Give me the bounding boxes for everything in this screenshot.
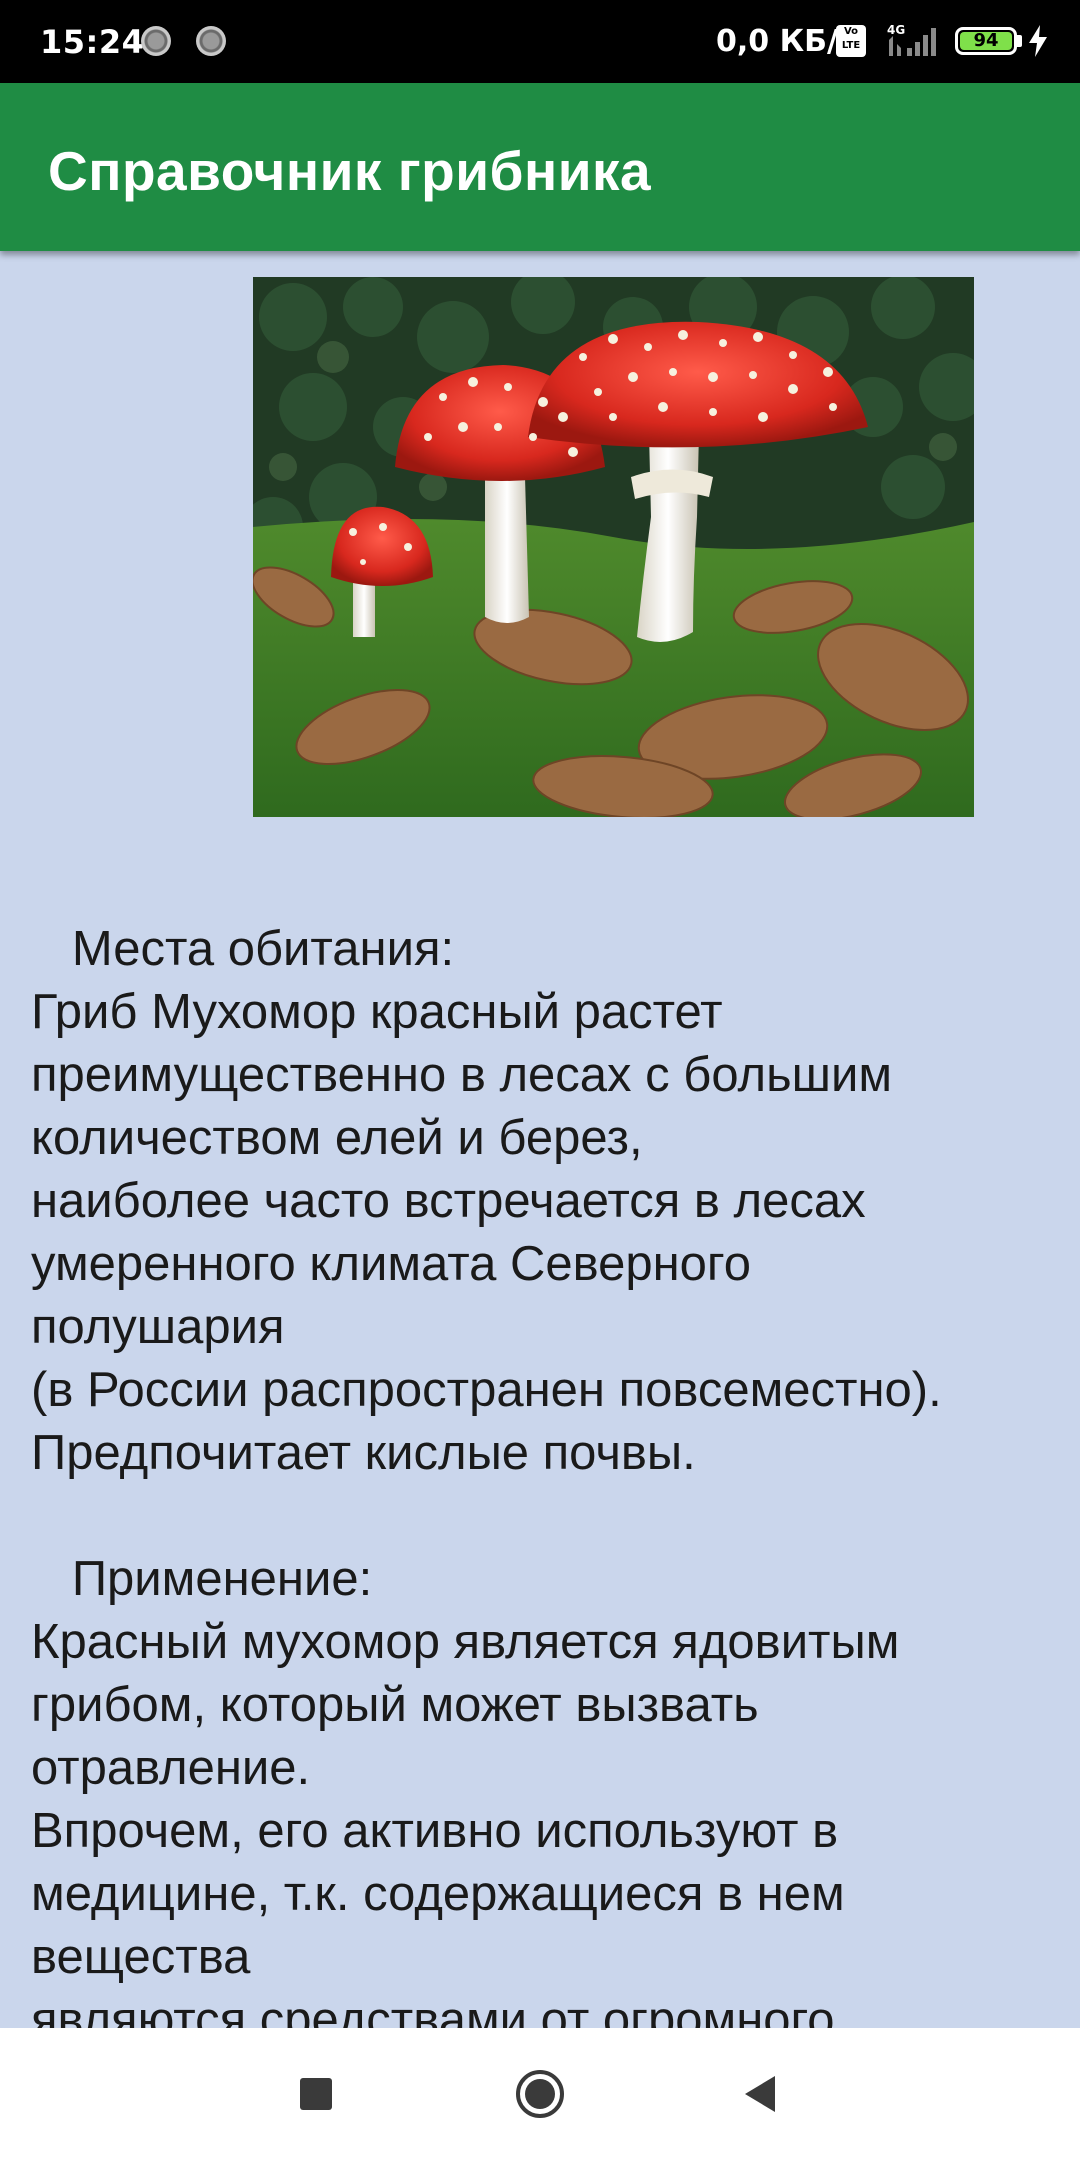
description-line: умеренного климата Северного bbox=[31, 1237, 751, 1291]
system-nav-bar bbox=[0, 2028, 1080, 2160]
description-line: Предпочитает кислые почвы. bbox=[31, 1426, 696, 1480]
battery-level: 94 bbox=[960, 32, 1012, 50]
description-line: являются средствами от огромного bbox=[31, 1993, 835, 2028]
status-time: 15:24 bbox=[40, 23, 145, 61]
description-line: грибом, который может вызвать bbox=[31, 1678, 759, 1732]
app-title: Справочник грибника bbox=[48, 140, 652, 202]
status-bar: 15:24 0,0 КБ/с Vo LTE 4G 94 bbox=[0, 0, 1080, 83]
network-speed: 0,0 КБ/с bbox=[716, 24, 856, 59]
back-triangle-icon[interactable] bbox=[731, 2064, 791, 2124]
notification-dot-icon bbox=[141, 26, 171, 56]
description-line bbox=[31, 1485, 1071, 1548]
charging-bolt-icon bbox=[1029, 25, 1047, 57]
battery-tip bbox=[1017, 35, 1022, 47]
recents-square-icon[interactable] bbox=[286, 2064, 346, 2124]
network-type-label: 4G bbox=[887, 23, 905, 37]
description-line: отравление. bbox=[31, 1741, 311, 1795]
description-line: (в России распространен повсеместно). bbox=[31, 1363, 942, 1417]
description-line: Применение: bbox=[31, 1552, 373, 1606]
signal-icon: 4G bbox=[887, 23, 936, 56]
description-line: наиболее часто встречается в лесах bbox=[31, 1174, 866, 1228]
description-line: вещества bbox=[31, 1930, 251, 1984]
volte-icon: Vo LTE bbox=[836, 25, 866, 57]
volte-bottom-label: LTE bbox=[841, 40, 861, 51]
description-line: Красный мухомор является ядовитым bbox=[31, 1615, 900, 1669]
description-line: полушария bbox=[31, 1300, 285, 1354]
app-bar: Справочник грибника bbox=[0, 83, 1080, 251]
description-line: медицине, т.к. содержащиеся в нем bbox=[31, 1867, 845, 1921]
volte-top-label: Vo bbox=[843, 26, 859, 37]
description-line: Места обитания: bbox=[31, 922, 455, 976]
mushroom-description: Места обитания: Гриб Мухомор красный рас… bbox=[31, 918, 1071, 2028]
fly-agaric-photo bbox=[253, 277, 974, 817]
description-line: количеством елей и берез, bbox=[31, 1111, 643, 1165]
notification-dot-icon bbox=[196, 26, 226, 56]
battery-icon: 94 bbox=[955, 27, 1017, 55]
description-line: Впрочем, его активно используют в bbox=[31, 1804, 839, 1858]
description-line: Гриб Мухомор красный растет bbox=[31, 985, 723, 1039]
description-line: преимущественно в лесах с большим bbox=[31, 1048, 893, 1102]
home-circle-icon[interactable] bbox=[510, 2064, 570, 2124]
